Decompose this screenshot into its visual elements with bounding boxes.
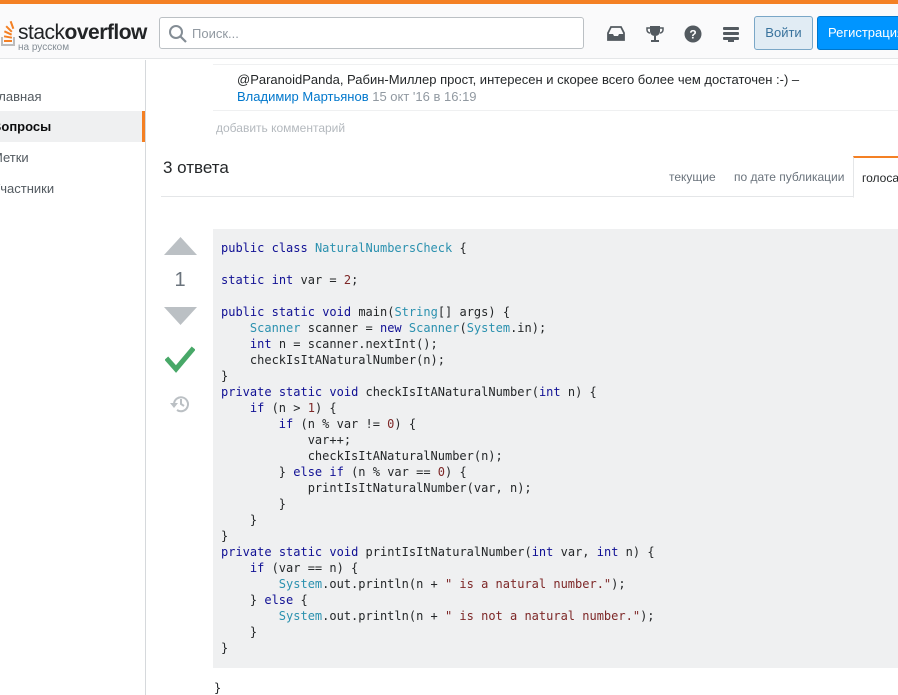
- comment-text: @ParanoidPanda, Рабин-Миллер прост, инте…: [237, 72, 800, 87]
- sidebar-item-label: Участники: [0, 181, 55, 196]
- sidebar-item-home[interactable]: Главная: [0, 81, 145, 112]
- answers-count-title: 3 ответа: [163, 158, 229, 177]
- logo-word-light: stack: [18, 21, 65, 44]
- comment: @ParanoidPanda, Рабин-Миллер прост, инте…: [237, 71, 877, 105]
- code-closing-brace: }: [214, 681, 222, 695]
- add-comment-link[interactable]: добавить комментарий: [216, 121, 345, 135]
- left-sidebar: Главная Вопросы Метки Участники: [0, 60, 146, 695]
- sidebar-item-questions[interactable]: Вопросы: [0, 111, 145, 142]
- history-icon[interactable]: [169, 393, 191, 415]
- code-block: public class NaturalNumbersCheck { stati…: [213, 229, 898, 668]
- accepted-checkmark-icon: [165, 346, 195, 373]
- logo-subtitle: на русском: [18, 42, 70, 53]
- sidebar-item-label: Метки: [0, 150, 29, 165]
- tab-votes-sort[interactable]: голоса: [853, 156, 898, 198]
- search-box[interactable]: [159, 17, 584, 49]
- top-bar: stackoverflow на русском ? Войти Регистр…: [0, 4, 898, 59]
- signup-button[interactable]: Регистрация: [817, 16, 898, 50]
- search-icon: [169, 25, 187, 43]
- sidebar-item-label: Главная: [0, 89, 42, 104]
- tab-votes-label: голоса: [862, 171, 898, 185]
- logo-word-bold: overflow: [64, 21, 148, 44]
- search-input[interactable]: [192, 18, 577, 48]
- login-button[interactable]: Войти: [754, 16, 813, 50]
- tabs-divider: [161, 196, 898, 197]
- downvote-arrow-icon[interactable]: [164, 307, 197, 325]
- comment-date[interactable]: 15 окт '16 в 16:19: [372, 89, 476, 104]
- help-icon[interactable]: ?: [683, 24, 703, 44]
- comment-divider: [213, 110, 898, 111]
- vote-count: 1: [174, 269, 186, 291]
- sidebar-item-label: Вопросы: [0, 119, 52, 134]
- sidebar-item-tags[interactable]: Метки: [0, 142, 145, 173]
- comment-user-link[interactable]: Владимир Мартьянов: [237, 89, 369, 104]
- achievements-icon[interactable]: [645, 24, 665, 44]
- site-switcher-icon[interactable]: [721, 24, 741, 44]
- sidebar-item-users[interactable]: Участники: [0, 173, 145, 204]
- upvote-arrow-icon[interactable]: [164, 237, 197, 255]
- svg-text:?: ?: [689, 28, 696, 42]
- comment-divider-top: [213, 64, 898, 65]
- tab-active-sort[interactable]: текущие: [669, 170, 716, 184]
- stack-overflow-logo-icon: [1, 20, 15, 46]
- inbox-icon[interactable]: [606, 24, 626, 44]
- tab-oldest-sort[interactable]: по дате публикации: [734, 170, 844, 184]
- site-logo[interactable]: stackoverflow на русском: [0, 18, 148, 53]
- code-text: public class NaturalNumbersCheck { stati…: [221, 241, 655, 655]
